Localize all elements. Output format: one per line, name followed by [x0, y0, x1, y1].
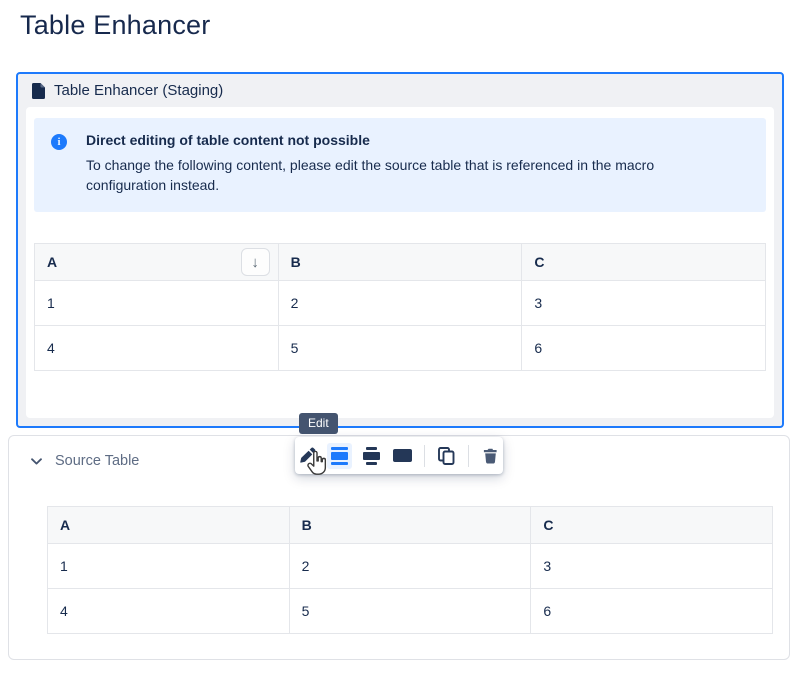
arrow-down-icon: ↓ — [251, 255, 259, 270]
staging-macro-panel[interactable]: Table Enhancer (Staging) i Direct editin… — [16, 72, 784, 428]
column-label: B — [302, 517, 312, 533]
table-cell: 3 — [522, 281, 766, 326]
wide-layout-icon — [363, 447, 380, 465]
info-icon: i — [51, 134, 67, 150]
staging-column-header-c: C — [522, 244, 766, 281]
table-cell: 5 — [289, 589, 531, 634]
copy-button[interactable] — [434, 443, 459, 469]
source-table: A B C 1 2 3 4 5 6 — [47, 506, 773, 634]
table-row: 4 5 6 — [48, 589, 773, 634]
table-cell: 1 — [48, 544, 290, 589]
table-cell: 4 — [35, 326, 279, 371]
column-label: B — [291, 254, 301, 270]
table-cell: 4 — [48, 589, 290, 634]
info-title: Direct editing of table content not poss… — [86, 132, 746, 148]
wide-layout-button[interactable] — [359, 443, 384, 469]
source-table-header-row: A B C — [48, 507, 773, 544]
source-column-header-b: B — [289, 507, 531, 544]
full-width-layout-icon — [393, 449, 412, 462]
align-center-icon — [331, 447, 348, 465]
source-column-header-a: A — [48, 507, 290, 544]
table-row: 4 5 6 — [35, 326, 766, 371]
info-body: To change the following content, please … — [86, 156, 738, 196]
table-cell: 6 — [522, 326, 766, 371]
staging-column-header-a: A ↓ — [35, 244, 279, 281]
full-width-button[interactable] — [391, 443, 416, 469]
table-cell: 5 — [278, 326, 522, 371]
page: Table Enhancer Table Enhancer (Staging) … — [0, 0, 800, 677]
align-center-button[interactable] — [327, 443, 352, 469]
edit-tooltip: Edit — [299, 413, 338, 434]
table-cell: 6 — [531, 589, 773, 634]
table-row: 1 2 3 — [48, 544, 773, 589]
column-label: C — [543, 517, 553, 533]
cursor-pointer-icon — [306, 451, 328, 477]
staging-panel-title: Table Enhancer (Staging) — [54, 82, 223, 99]
staging-panel-body: i Direct editing of table content not po… — [26, 107, 774, 418]
toolbar-divider — [468, 445, 469, 467]
staging-table-header-row: A ↓ B C — [35, 244, 766, 281]
source-section-header[interactable]: Source Table — [9, 436, 229, 469]
copy-icon — [438, 447, 455, 465]
document-icon — [32, 83, 45, 99]
column-label: A — [60, 517, 70, 533]
source-section-title: Source Table — [55, 453, 139, 469]
delete-button[interactable] — [478, 443, 503, 469]
toolbar-divider — [424, 445, 425, 467]
sort-button[interactable]: ↓ — [241, 248, 270, 276]
staging-panel-header: Table Enhancer (Staging) — [18, 74, 782, 107]
staging-table: A ↓ B C 1 2 3 — [34, 243, 766, 371]
source-column-header-c: C — [531, 507, 773, 544]
table-cell: 2 — [278, 281, 522, 326]
chevron-down-icon — [31, 458, 42, 465]
trash-icon — [483, 448, 498, 464]
table-row: 1 2 3 — [35, 281, 766, 326]
table-cell: 3 — [531, 544, 773, 589]
page-title: Table Enhancer — [20, 10, 210, 41]
table-cell: 1 — [35, 281, 279, 326]
column-label: A — [47, 254, 57, 270]
table-cell: 2 — [289, 544, 531, 589]
info-message: i Direct editing of table content not po… — [34, 118, 766, 212]
staging-column-header-b: B — [278, 244, 522, 281]
column-label: C — [534, 254, 544, 270]
